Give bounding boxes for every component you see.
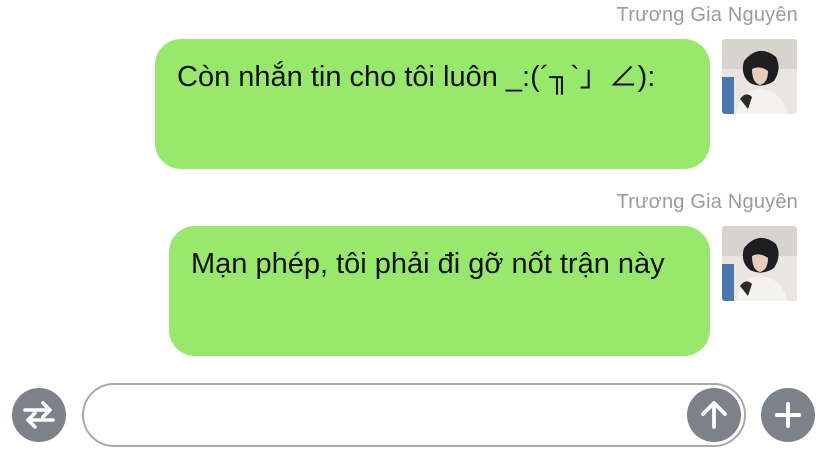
swap-arrows-icon — [23, 401, 55, 429]
avatar-image — [722, 226, 797, 301]
message-composer — [0, 381, 828, 451]
avatar[interactable] — [722, 226, 797, 301]
plus-icon — [775, 402, 801, 428]
message-bubble[interactable]: Còn nhắn tin cho tôi luôn _:(´╖`」∠): — [155, 39, 710, 169]
arrow-up-icon — [701, 401, 727, 429]
add-button[interactable] — [761, 388, 815, 442]
message-input[interactable] — [104, 395, 688, 437]
message-input-box[interactable] — [82, 383, 746, 447]
message-bubble[interactable]: Mạn phép, tôi phải đi gỡ nốt trận này — [169, 226, 710, 356]
avatar[interactable] — [722, 39, 797, 114]
sender-name: Trương Gia Nguyên — [616, 191, 798, 213]
send-button[interactable] — [687, 388, 741, 442]
sender-name: Trương Gia Nguyên — [616, 4, 798, 26]
avatar-image — [722, 39, 797, 114]
swap-button[interactable] — [12, 388, 66, 442]
